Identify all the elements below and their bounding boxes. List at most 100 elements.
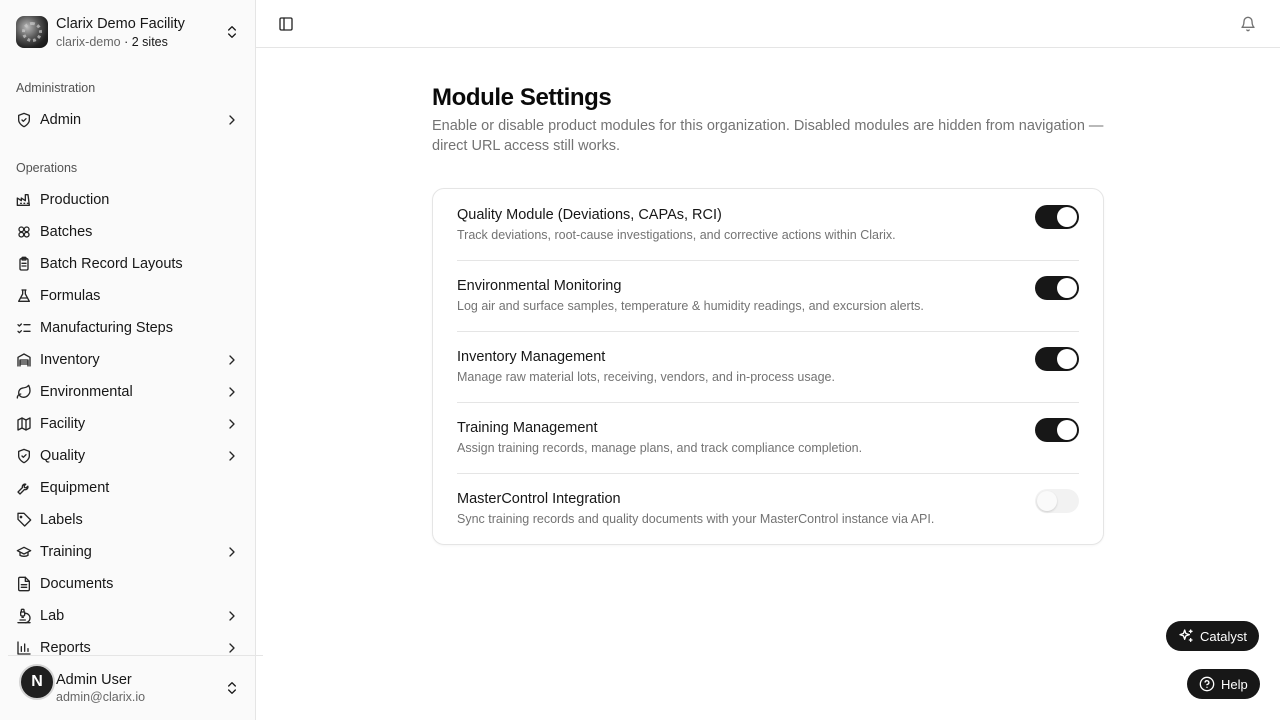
user-email: admin@clarix.io — [56, 689, 146, 704]
sidebar-item-manufacturing-steps[interactable]: Manufacturing Steps — [8, 312, 248, 344]
clipboard-icon — [16, 256, 32, 272]
page-title: Module Settings — [432, 84, 612, 111]
page-description: Enable or disable product modules for th… — [432, 118, 1104, 154]
module-description: Assign training records, manage plans, a… — [457, 441, 863, 455]
chevrons-up-down-icon — [228, 26, 236, 38]
factory-icon — [16, 192, 32, 208]
toggle-knob — [1057, 207, 1077, 227]
module-title: MasterControl Integration — [457, 491, 621, 507]
warehouse-icon — [16, 352, 32, 368]
bar-chart-icon — [16, 640, 32, 656]
wrench-icon — [16, 480, 32, 496]
module-row: Environmental Monitoring Log air and surf… — [457, 260, 1079, 331]
catalyst-button[interactable]: Catalyst — [1166, 621, 1259, 651]
sidebar-toggle-icon[interactable] — [278, 16, 294, 32]
sidebar-item-label: Admin — [40, 112, 82, 128]
tag-icon — [16, 512, 32, 528]
sidebar-item-label: Formulas — [40, 288, 101, 304]
chevron-right-icon — [224, 544, 240, 560]
module-row: MasterControl Integration Sync training r… — [457, 473, 1079, 544]
org-logo — [16, 16, 48, 48]
sidebar-item-label: Manufacturing Steps — [40, 320, 173, 336]
org-separator: · — [124, 34, 129, 49]
sidebar-item-label: Lab — [40, 608, 65, 624]
sidebar-item-label: Reports — [40, 640, 91, 656]
section-label-operations: Operations — [16, 161, 78, 175]
modules-card: Quality Module (Deviations, CAPAs, RCI) T… — [432, 188, 1104, 545]
sidebar-item-label: Batches — [40, 224, 93, 240]
sidebar-item-lab[interactable]: Lab — [8, 600, 248, 632]
chevrons-up-down-icon — [228, 682, 236, 694]
sidebar-item-quality[interactable]: Quality — [8, 440, 248, 472]
admin-nav: Admin — [8, 104, 248, 136]
module-title: Training Management — [457, 420, 598, 436]
module-row: Quality Module (Deviations, CAPAs, RCI) T… — [457, 189, 1079, 260]
module-title: Quality Module (Deviations, CAPAs, RCI) — [457, 207, 722, 223]
catalyst-label: Catalyst — [1200, 628, 1247, 644]
shield-check-icon — [16, 448, 32, 464]
org-subtitle: clarix-demo · 2 sites — [56, 34, 224, 50]
help-button[interactable]: Help — [1187, 669, 1260, 699]
chevron-right-icon — [224, 112, 240, 128]
sidebar-item-label: Production — [40, 192, 110, 208]
module-description: Track deviations, root-cause investigati… — [457, 228, 896, 242]
sidebar-item-environmental[interactable]: Environmental — [8, 376, 248, 408]
module-row: Training Management Assign training recor… — [457, 402, 1079, 473]
leaf-icon — [16, 384, 32, 400]
sidebar-item-labels[interactable]: Labels — [8, 504, 248, 536]
shield-check-icon — [16, 112, 32, 128]
bell-icon[interactable] — [1240, 16, 1256, 32]
avatar: N — [19, 664, 55, 700]
toggle-knob — [1037, 491, 1057, 511]
sidebar-item-batch-record-layouts[interactable]: Batch Record Layouts — [8, 248, 248, 280]
sidebar-item-inventory[interactable]: Inventory — [8, 344, 248, 376]
module-toggle[interactable] — [1035, 489, 1079, 513]
module-toggle[interactable] — [1035, 347, 1079, 371]
sidebar-item-batches[interactable]: Batches — [8, 216, 248, 248]
sidebar-item-label: Training — [40, 544, 92, 560]
sidebar-item-label: Inventory — [40, 352, 100, 368]
user-menu[interactable]: N Admin User admin@clarix.io — [8, 664, 248, 712]
sparkles-icon — [1178, 628, 1194, 644]
sidebar-item-facility[interactable]: Facility — [8, 408, 248, 440]
module-toggle[interactable] — [1035, 205, 1079, 229]
section-label-administration: Administration — [16, 81, 96, 95]
chevron-right-icon — [224, 608, 240, 624]
sidebar-item-production[interactable]: Production — [8, 184, 248, 216]
sidebar-item-training[interactable]: Training — [8, 536, 248, 568]
sidebar-item-admin[interactable]: Admin — [8, 104, 248, 136]
flask-icon — [16, 288, 32, 304]
chevron-right-icon — [224, 352, 240, 368]
toggle-knob — [1057, 349, 1077, 369]
sidebar-item-label: Equipment — [40, 480, 110, 496]
sidebar-item-equipment[interactable]: Equipment — [8, 472, 248, 504]
graduation-cap-icon — [16, 544, 32, 560]
module-description: Sync training records and quality docume… — [457, 512, 935, 526]
operations-nav: Production Batches Batch Record Layouts For… — [8, 184, 248, 664]
help-label: Help — [1221, 676, 1248, 692]
list-checks-icon — [16, 320, 32, 336]
sidebar-item-reports[interactable]: Reports — [8, 632, 248, 664]
module-title: Inventory Management — [457, 349, 606, 365]
map-icon — [16, 416, 32, 432]
module-row: Inventory Management Manage raw material … — [457, 331, 1079, 402]
user-name: Admin User — [56, 671, 132, 688]
sidebar-item-formulas[interactable]: Formulas — [8, 280, 248, 312]
org-sites: 2 sites — [131, 34, 168, 49]
sidebar-item-documents[interactable]: Documents — [8, 568, 248, 600]
toggle-knob — [1057, 420, 1077, 440]
module-title: Environmental Monitoring — [457, 278, 622, 294]
sidebar-item-label: Documents — [40, 576, 114, 592]
module-description: Manage raw material lots, receiving, ven… — [457, 370, 835, 384]
module-toggle[interactable] — [1035, 276, 1079, 300]
org-name: Clarix Demo Facility — [56, 15, 185, 32]
chevron-right-icon — [224, 416, 240, 432]
sidebar: Clarix Demo Facility clarix-demo · 2 sit… — [0, 0, 263, 720]
module-toggle[interactable] — [1035, 418, 1079, 442]
org-switcher[interactable]: Clarix Demo Facility clarix-demo · 2 sit… — [8, 8, 248, 56]
file-text-icon — [16, 576, 32, 592]
boxes-icon — [16, 224, 32, 240]
sidebar-divider — [8, 655, 263, 656]
chevron-right-icon — [224, 640, 240, 656]
module-description: Log air and surface samples, temperature… — [457, 299, 924, 313]
